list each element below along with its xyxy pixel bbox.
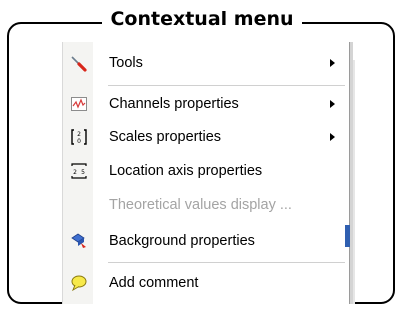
menu-item-label: Background properties <box>109 233 255 249</box>
svg-text:2: 2 <box>77 131 81 138</box>
channels-properties-icon <box>70 95 88 113</box>
menu-item-theoretical-values-display[interactable]: Theoretical values display ... <box>62 190 347 220</box>
menu-item-scales-properties[interactable]: 2 0 Scales properties <box>62 122 347 152</box>
svg-text:2: 2 <box>73 169 77 176</box>
menu-item-background-properties[interactable]: Background properties <box>62 226 347 256</box>
menu-item-label: Add comment <box>109 275 199 291</box>
location-axis-icon: 2 5 <box>70 162 88 180</box>
menu-item-label: Theoretical values display ... <box>109 197 292 213</box>
tools-icon <box>70 54 88 72</box>
menu-item-label: Location axis properties <box>109 163 263 179</box>
menu-item-label: Tools <box>109 55 143 71</box>
scales-properties-icon: 2 0 <box>70 128 88 146</box>
menu-separator <box>108 262 345 263</box>
menu-item-label: Channels properties <box>109 96 239 112</box>
menu-item-add-comment[interactable]: Add comment <box>62 268 347 298</box>
svg-text:0: 0 <box>77 138 81 145</box>
menu-item-location-axis-properties[interactable]: 2 5 Location axis properties <box>62 156 347 186</box>
menu-item-label: Scales properties <box>109 129 222 145</box>
submenu-arrow-icon <box>330 133 335 141</box>
menu-shadow-outer <box>353 60 355 304</box>
menu-item-tools[interactable]: Tools <box>62 48 347 78</box>
submenu-arrow-icon <box>330 59 335 67</box>
menu-item-channels-properties[interactable]: Channels properties <box>62 89 347 119</box>
comment-bubble-icon <box>70 274 88 292</box>
background-properties-icon <box>70 232 88 250</box>
menu-separator <box>108 85 345 86</box>
submenu-arrow-icon <box>330 100 335 108</box>
svg-text:5: 5 <box>81 169 85 176</box>
